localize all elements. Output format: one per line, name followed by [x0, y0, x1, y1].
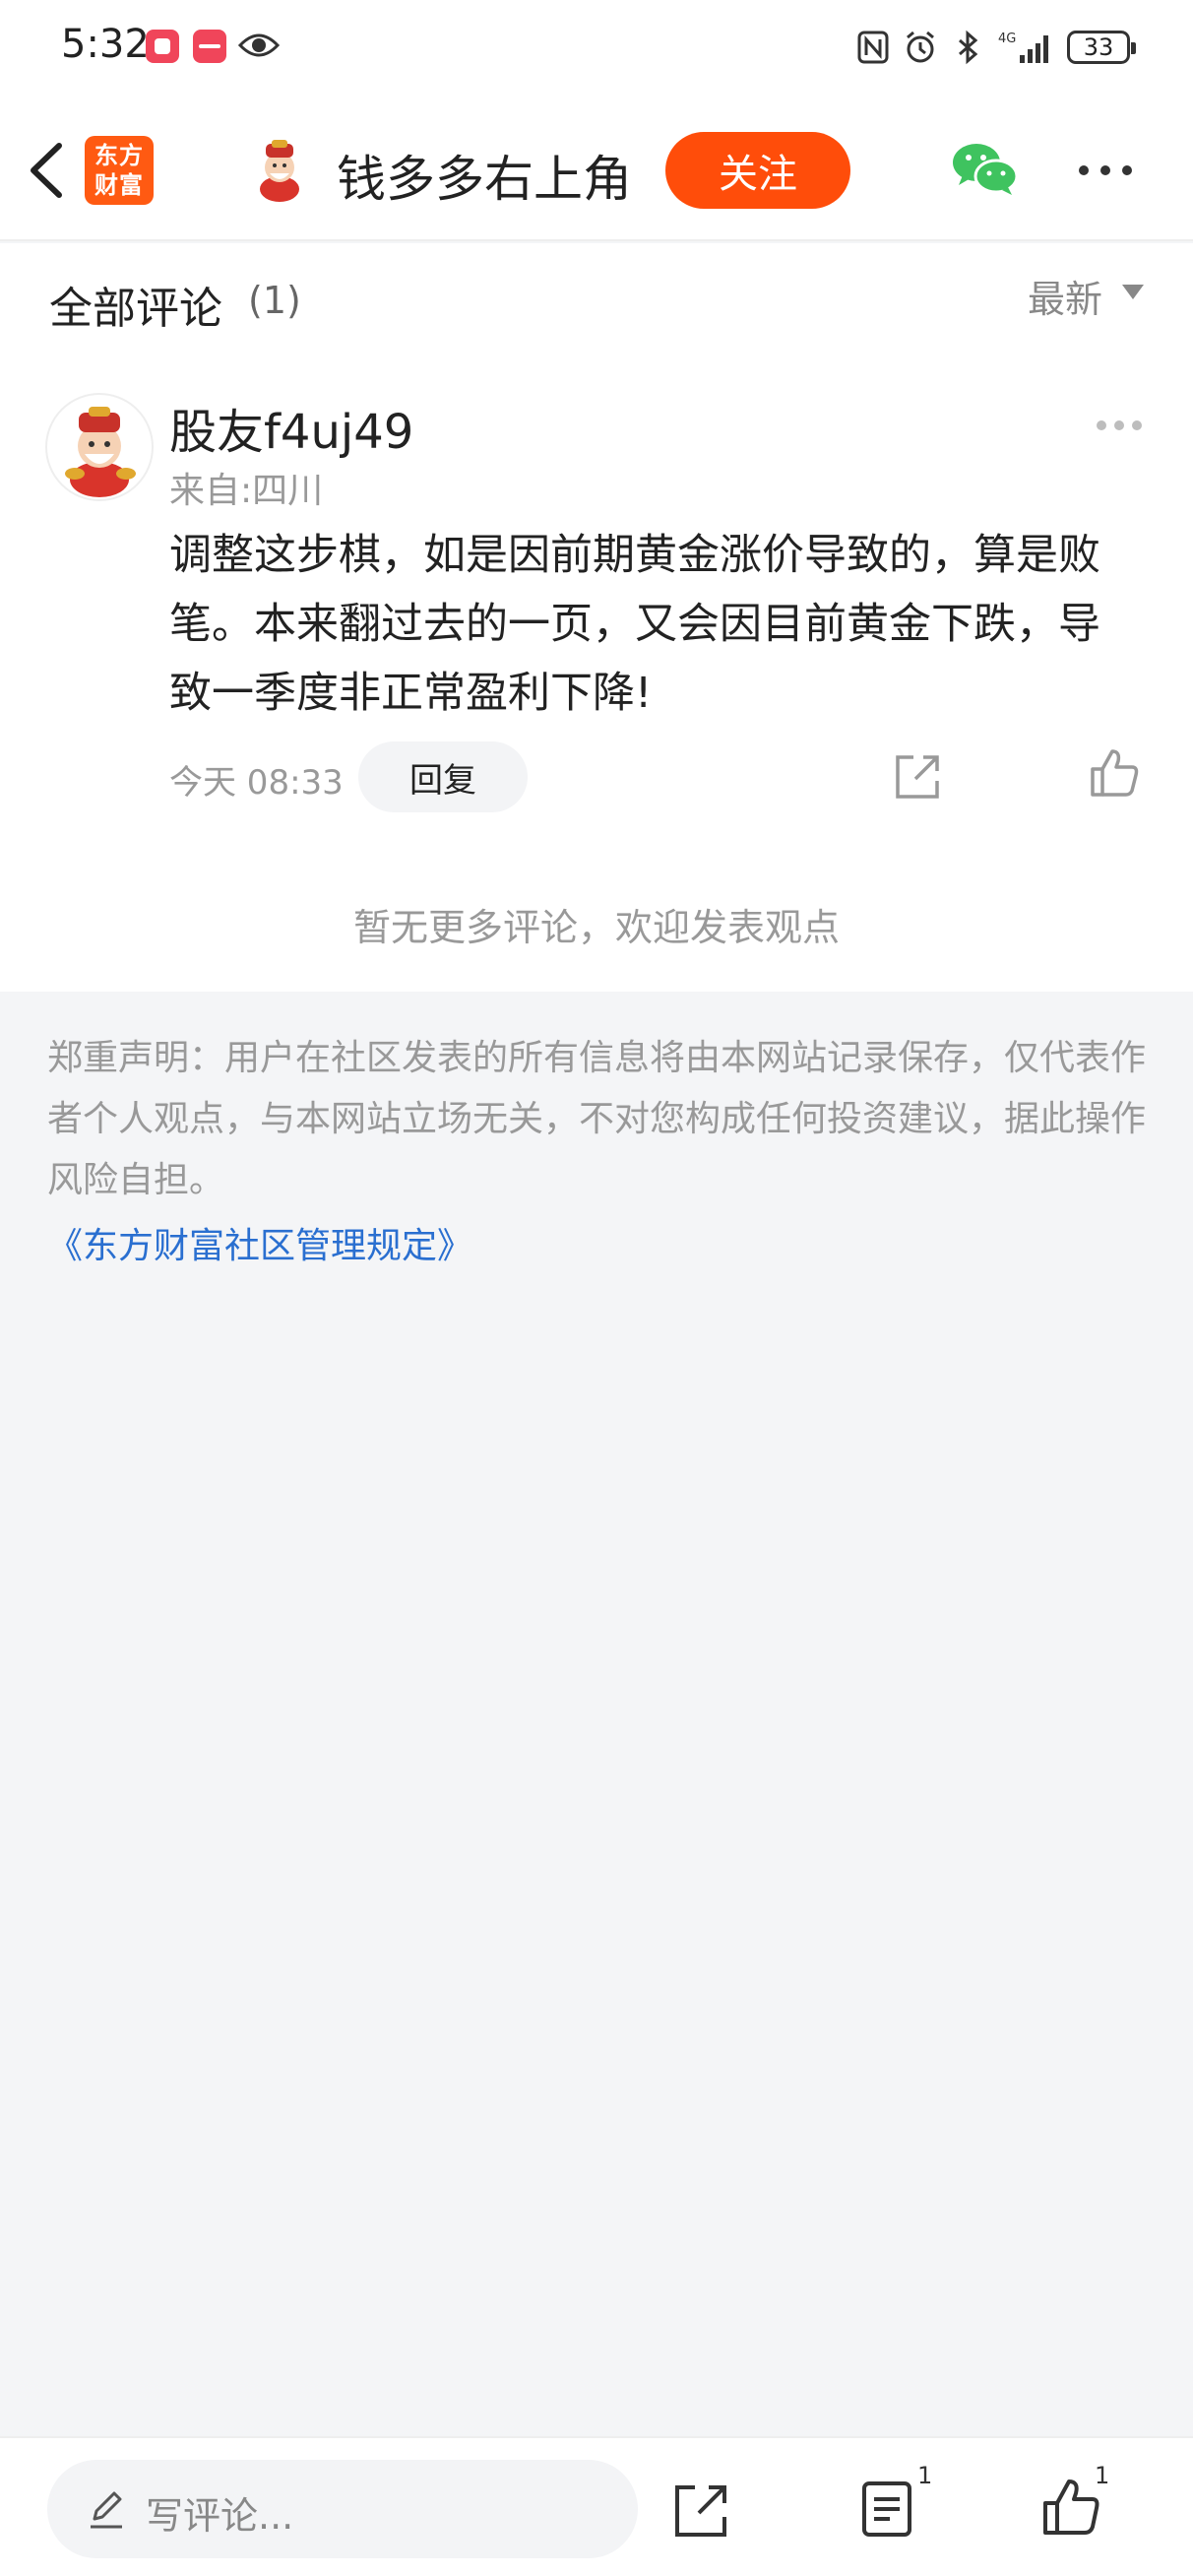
status-time: 5:32 [61, 22, 150, 67]
battery-icon: 33 [1067, 31, 1136, 64]
eye-icon [238, 30, 280, 61]
notification-app-icon [146, 30, 179, 63]
sort-dropdown[interactable]: 最新 [1028, 269, 1102, 323]
like-count-badge: 1 [1095, 2462, 1110, 2489]
pencil-icon [85, 2487, 128, 2531]
like-icon[interactable] [1087, 745, 1142, 801]
bottom-action-bar: 写评论... 1 1 [0, 2436, 1193, 2576]
logo-text-line1: 东方 [94, 142, 144, 169]
author-avatar[interactable] [250, 138, 309, 203]
like-icon[interactable] [1039, 2476, 1102, 2539]
comment-more-icon[interactable] [1097, 420, 1146, 434]
community-rules-link[interactable]: 《东方财富社区管理规定》 [47, 1217, 472, 1268]
status-icons: 4G 33 [856, 28, 1136, 67]
comments-count-badge: 1 [917, 2462, 933, 2489]
comments-section: 全部评论 (1) 最新 股友f4uj49 来自:四川 调整这步棋，如是因前期黄金… [0, 243, 1193, 992]
no-more-comments: 暂无更多评论，欢迎发表观点 [352, 906, 840, 949]
bluetooth-icon [951, 30, 984, 65]
top-navigation-bar: 东方 财富 钱多多右上角 关注 [0, 98, 1193, 241]
input-placeholder: 写评论... [146, 2494, 294, 2538]
page: 5:32 4G 33 东方 财富 钱多多右上角 关注 全部评论 (1) 最新 股… [0, 0, 1193, 2576]
section-title: 全部评论 [49, 284, 222, 334]
notification-app-icon [193, 30, 226, 63]
write-comment-input[interactable]: 写评论... [47, 2460, 638, 2558]
back-button[interactable] [20, 138, 75, 203]
comment-location: 来自:四川 [169, 471, 324, 511]
disclaimer-text: 郑重声明：用户在社区发表的所有信息将由本网站记录保存，仅代表作者个人观点，与本网… [47, 1038, 1147, 1200]
comment-text: 调整这步棋，如是因前期黄金涨价导致的，算是败笔。本来翻过去的一页，又会因目前黄金… [169, 531, 1100, 718]
svg-text:4G: 4G [998, 32, 1016, 46]
avatar[interactable] [45, 393, 154, 501]
comment-time: 今天 08:33 [169, 763, 344, 803]
nfc-icon [856, 30, 890, 65]
share-icon[interactable] [669, 2479, 732, 2543]
alarm-icon [904, 30, 937, 65]
page-title: 钱多多右上角 [337, 151, 632, 208]
wechat-icon[interactable] [951, 140, 1020, 199]
logo-text-line2: 财富 [94, 171, 144, 199]
reply-button[interactable]: 回复 [358, 741, 528, 812]
signal-icon: 4G [998, 30, 1053, 65]
comment-username[interactable]: 股友f4uj49 [169, 393, 413, 462]
follow-button[interactable]: 关注 [665, 132, 850, 209]
comment-count: (1) [248, 279, 301, 322]
eastmoney-logo[interactable]: 东方 财富 [85, 136, 154, 205]
status-bar: 5:32 4G 33 [0, 0, 1193, 98]
comments-icon[interactable] [858, 2478, 915, 2541]
more-dots-icon[interactable] [1079, 156, 1142, 185]
share-icon[interactable] [892, 751, 943, 803]
caret-down-icon[interactable] [1122, 285, 1144, 299]
